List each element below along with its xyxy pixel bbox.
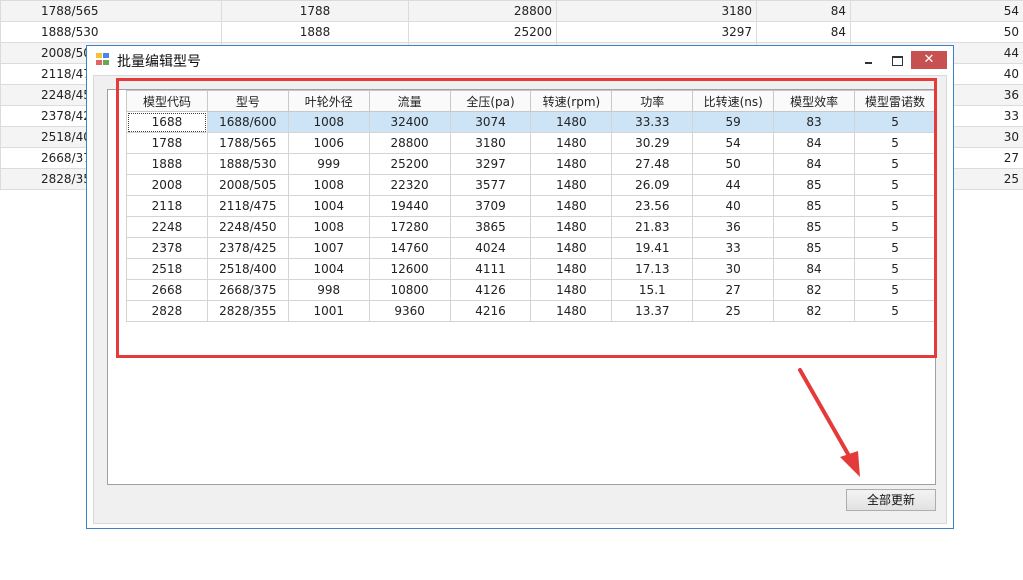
background-cell: 25200 <box>408 21 557 43</box>
background-cell: 3180 <box>556 0 757 22</box>
minimize-button[interactable] <box>856 51 882 69</box>
background-cell: 84 <box>756 21 851 43</box>
annotation-arrow-icon <box>798 368 860 477</box>
annotation-highlight-box <box>116 78 937 358</box>
screen: 1788/565 1788 28800 3180 84 54 1888/530 1888 252… <box>0 0 1023 580</box>
dialog-titlebar[interactable]: 批量编辑型号 ✕ <box>87 46 953 73</box>
background-row: 1788/565 1788 28800 3180 84 54 <box>0 0 1023 22</box>
maximize-button[interactable] <box>884 51 910 69</box>
dialog-title: 批量编辑型号 <box>117 54 201 70</box>
close-button[interactable]: ✕ <box>911 51 947 69</box>
background-cell: 50 <box>850 21 1023 43</box>
background-cell: 84 <box>756 0 851 22</box>
background-cell: 1788 <box>221 0 409 22</box>
app-icon <box>96 53 110 66</box>
background-cell: 28800 <box>408 0 557 22</box>
background-row: 1888/530 1888 25200 3297 84 50 <box>0 21 1023 43</box>
background-cell: 1888/530 <box>0 21 222 43</box>
background-cell: 54 <box>850 0 1023 22</box>
background-cell: 1888 <box>221 21 409 43</box>
update-all-button[interactable]: 全部更新 <box>846 489 936 511</box>
background-cell: 1788/565 <box>0 0 222 22</box>
background-cell: 3297 <box>556 21 757 43</box>
